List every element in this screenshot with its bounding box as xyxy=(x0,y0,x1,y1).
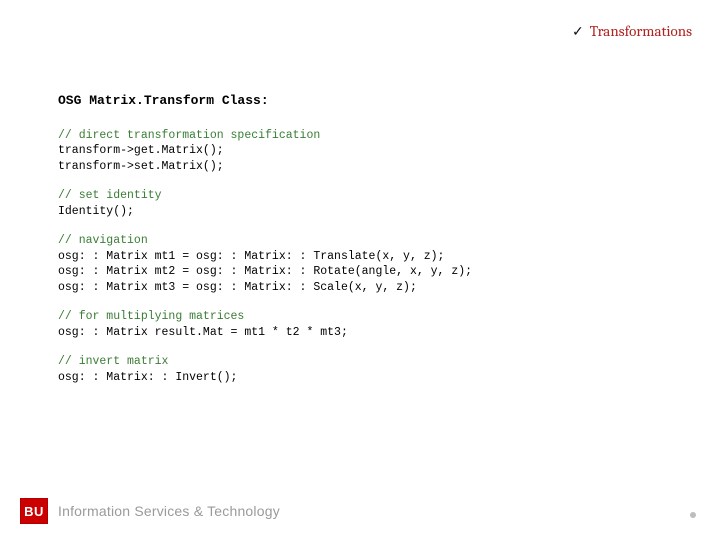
code-block: // navigation osg: : Matrix mt1 = osg: :… xyxy=(58,233,680,295)
code-block: // direct transformation specification t… xyxy=(58,128,680,175)
slide: ✓ Transformations OSG Matrix.Transform Cl… xyxy=(0,0,720,540)
code-comment: // set identity xyxy=(58,189,162,202)
footer-org-text: Information Services & Technology xyxy=(58,503,280,519)
code-comment: // navigation xyxy=(58,234,148,247)
code-block: // invert matrix osg: : Matrix: : Invert… xyxy=(58,354,680,385)
section-heading: OSG Matrix.Transform Class: xyxy=(58,92,680,110)
code-line: osg: : Matrix mt1 = osg: : Matrix: : Tra… xyxy=(58,250,472,294)
code-comment: // invert matrix xyxy=(58,355,168,368)
footer: BU Information Services & Technology xyxy=(20,498,280,524)
checkmark-icon: ✓ xyxy=(572,23,584,40)
bu-logo-badge: BU xyxy=(20,498,48,524)
header-title: Transformations xyxy=(590,22,692,40)
code-line: Identity(); xyxy=(58,205,134,218)
code-comment: // direct transformation specification xyxy=(58,129,320,142)
slide-header: ✓ Transformations xyxy=(572,22,692,40)
code-line: osg: : Matrix result.Mat = mt1 * t2 * mt… xyxy=(58,326,348,339)
code-block: // set identity Identity(); xyxy=(58,188,680,219)
code-block: // for multiplying matrices osg: : Matri… xyxy=(58,309,680,340)
code-comment: // for multiplying matrices xyxy=(58,310,244,323)
content-area: OSG Matrix.Transform Class: // direct tr… xyxy=(58,92,680,399)
page-indicator-dot xyxy=(690,512,696,518)
code-line: osg: : Matrix: : Invert(); xyxy=(58,371,237,384)
code-line: transform->get.Matrix(); transform->set.… xyxy=(58,144,224,173)
